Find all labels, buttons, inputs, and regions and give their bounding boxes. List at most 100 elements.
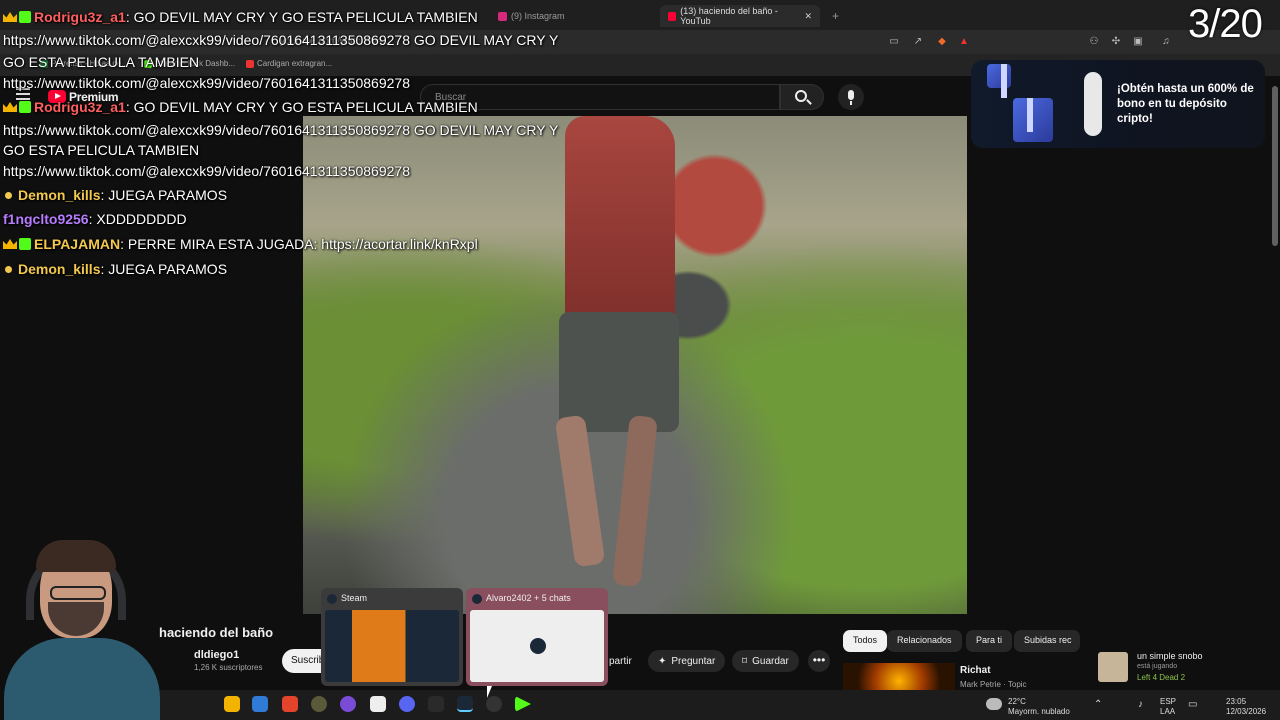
obs-icon[interactable] [428,696,444,712]
related-video-thumbnail[interactable] [843,663,955,693]
chat-message: GO ESTA PELICULA TAMBIEN [3,51,199,73]
chat-text: : JUEGA PARAMOS [100,261,228,277]
brave-icon[interactable] [282,696,298,712]
friend-avatar[interactable] [1098,652,1128,682]
more-actions-button[interactable]: ••• [808,650,830,672]
chat-message: https://www.tiktok.com/@alexcxk99/video/… [3,29,558,51]
channel-name[interactable]: dldiego1 [194,649,239,661]
keyboard-layout[interactable]: LAA [1160,707,1175,717]
weather-icon[interactable] [986,698,1002,710]
discord-icon[interactable] [399,696,415,712]
ask-button[interactable]: ✦ Preguntar [648,650,726,672]
crypto-ad-banner[interactable]: ¡Obtén hasta un 600% de bono en tu depós… [971,60,1265,148]
related-video-title[interactable]: Richat [960,665,991,676]
badge-dot-icon [5,266,12,273]
share-button[interactable]: partir [605,650,636,672]
gift-icon [987,64,1011,98]
chat-username: ELPAJAMAN [34,236,121,252]
puzzle-icon[interactable]: ✣ [1110,36,1122,48]
cast-icon[interactable]: ▭ [888,36,900,48]
share-label: partir [609,655,632,667]
share-icon[interactable]: ↗ [912,36,924,48]
sidebar-icon[interactable]: ▣ [1132,36,1144,48]
streamer-hair [36,540,116,572]
app-icon[interactable] [340,696,356,712]
chip-relacionados[interactable]: Relacionados [887,630,962,652]
chevron-up-icon[interactable]: ⌃ [1094,700,1102,710]
bookmark-icon [246,59,254,68]
close-icon[interactable]: ✕ [804,11,812,22]
app-icon[interactable] [486,696,502,712]
chat-message: https://www.tiktok.com/@alexcxk99/video/… [3,72,410,94]
chat-message: ELPAJAMAN: PERRE MIRA ESTA JUGADA: https… [3,233,478,255]
app-icon[interactable] [311,696,327,712]
search-icon [795,90,807,102]
save-button[interactable]: ⌑ Guardar [732,650,799,672]
search-button[interactable] [780,84,824,110]
chat-text: https://www.tiktok.com/@alexcxk99/video/… [3,75,410,91]
chat-text: : GO DEVIL MAY CRY Y GO ESTA PELICULA TA… [125,9,478,25]
subscriber-badge-icon [19,101,31,113]
overlay-counter: 3/20 [1188,2,1263,46]
document-icon[interactable] [370,696,386,712]
friend-game: Left 4 Dead 2 [1137,673,1186,682]
video-player[interactable] [303,116,967,614]
bookmark-item[interactable]: Cardigan extragran... [246,59,332,68]
chat-message: https://www.tiktok.com/@alexcxk99/video/… [3,119,558,141]
brave-rewards-icon[interactable]: ▲ [958,36,970,48]
network-icon[interactable]: ▭ [1188,700,1197,710]
chat-message: Demon_kills: JUEGA PARAMOS [3,258,227,280]
chip-para-ti[interactable]: Para ti [966,630,1013,652]
steam-logo-icon [530,638,546,654]
youtube-icon [668,11,677,21]
chat-username: f1ngclto9256 [3,211,89,227]
ask-label: Preguntar [671,655,716,667]
file-explorer-icon[interactable] [224,696,240,712]
store-icon[interactable] [252,696,268,712]
crown-icon [3,102,17,112]
related-video-channel: Mark Petrie · Topic [960,680,1027,689]
microphone-tray-icon[interactable]: ♪ [1138,700,1143,710]
chat-message: GO ESTA PELICULA TAMBIEN [3,139,199,161]
subscriber-badge-icon [19,238,31,250]
chat-message: f1ngclto9256: XDDDDDDDD [3,208,187,230]
steam-icon [327,594,337,604]
brave-shield-icon[interactable]: ◆ [936,36,948,48]
friend-name: un simple snobo [1137,651,1203,661]
chat-username: Rodrigu3z_a1 [34,99,126,115]
clock-date[interactable]: 12/03/2026 [1226,707,1266,717]
ad-text: ¡Obtén hasta un 600% de bono en tu depós… [1117,83,1254,125]
save-label: Guardar [752,655,789,667]
steam-taskbar-icon[interactable] [457,696,473,712]
taskbar-preview-steam[interactable]: Steam [321,588,463,686]
weather-temp: 22°C [1008,697,1026,706]
new-tab-button[interactable]: + [824,5,844,27]
scrollbar[interactable] [1272,86,1278,246]
extension-icon[interactable]: ⚇ [1088,36,1100,48]
tab-youtube[interactable]: (13) haciendo del baño - YouTub ✕ [660,5,820,27]
chat-username: Demon_kills [18,261,101,277]
subscriber-badge-icon [19,11,31,23]
chip-subidas[interactable]: Subidas rec [1014,630,1080,652]
steam-icon [472,594,482,604]
chip-todos[interactable]: Todos [843,630,888,652]
microphone-icon[interactable] [838,84,864,110]
music-icon[interactable]: ♫ [1160,36,1172,48]
ad-controls[interactable] [1084,72,1102,136]
crown-icon [3,239,17,249]
video-person-shorts [559,312,679,432]
preview-title: Steam [341,593,368,603]
language[interactable]: ESP [1160,697,1176,707]
video-person-leg [554,414,606,568]
glasses [50,586,106,600]
badge-dot-icon [5,192,12,199]
tab-instagram[interactable]: (9) Instagram [490,5,640,27]
preview-thumbnail [325,610,459,682]
clock-time[interactable]: 23:05 [1226,697,1246,707]
chat-text: https://www.tiktok.com/@alexcxk99/video/… [3,32,559,48]
video-person-leg [612,415,658,587]
taskbar-preview-chat[interactable]: Alvaro2402 + 5 chats [466,588,608,686]
bookmark-icon: ⌑ [742,655,748,667]
friend-status: está jugando [1137,663,1178,670]
gift-icon [1013,98,1053,142]
